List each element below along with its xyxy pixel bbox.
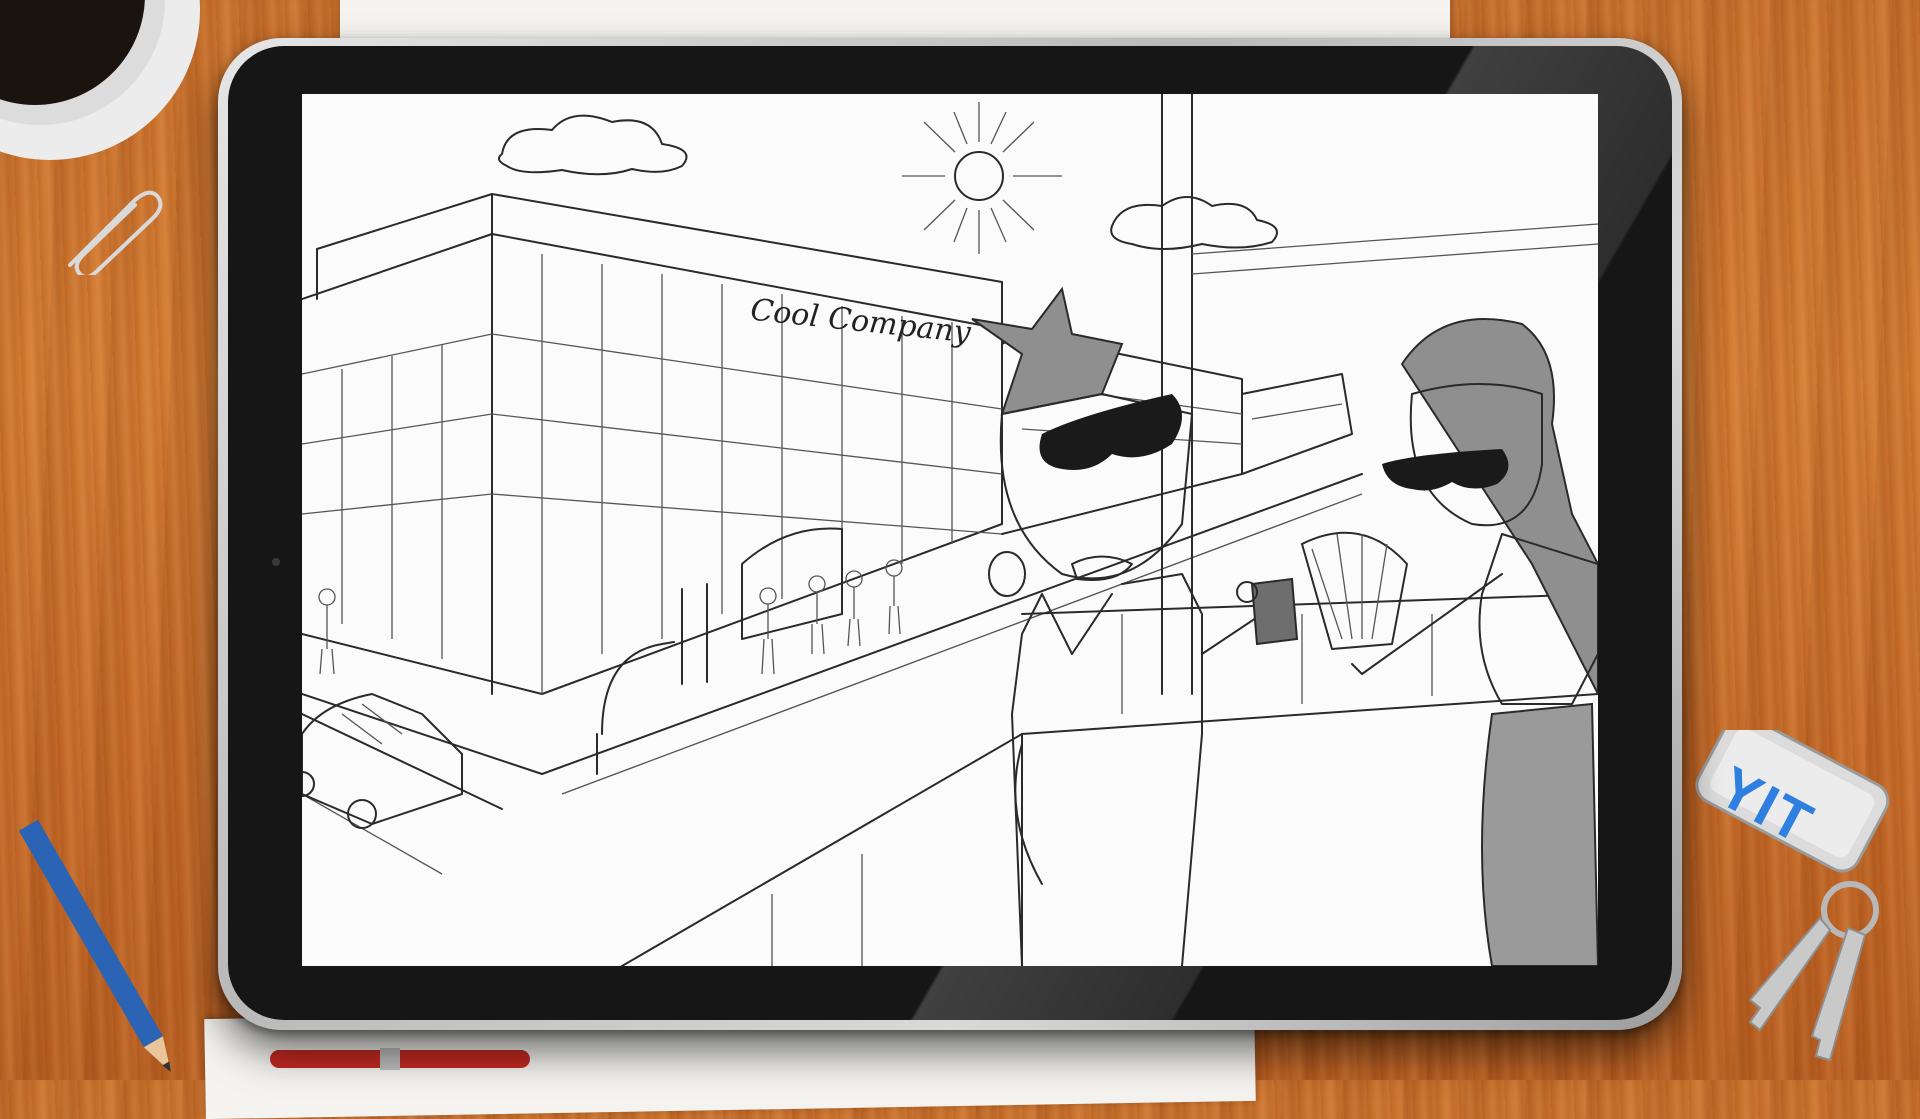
- cartoon-scene: [302, 94, 1598, 966]
- pencil-icon: [18, 820, 171, 1073]
- camera-icon: [272, 558, 280, 566]
- woman-character: [1301, 318, 1598, 966]
- man-character: [971, 286, 1299, 966]
- video-frame[interactable]: Cool Company: [302, 94, 1598, 966]
- sun-icon: [902, 102, 1062, 254]
- balcony-railing: [621, 94, 1598, 966]
- pen-icon: [270, 1048, 530, 1070]
- keys-with-keytag: [1695, 730, 1890, 1062]
- paperclip-icon: [68, 190, 163, 275]
- cloud-left: [497, 114, 688, 176]
- coffee-mug: [0, 0, 200, 160]
- cloud-right: [1110, 196, 1278, 250]
- background-people: [318, 559, 903, 675]
- paper-sheet-top: [340, 0, 1450, 40]
- office-building: [302, 193, 1003, 695]
